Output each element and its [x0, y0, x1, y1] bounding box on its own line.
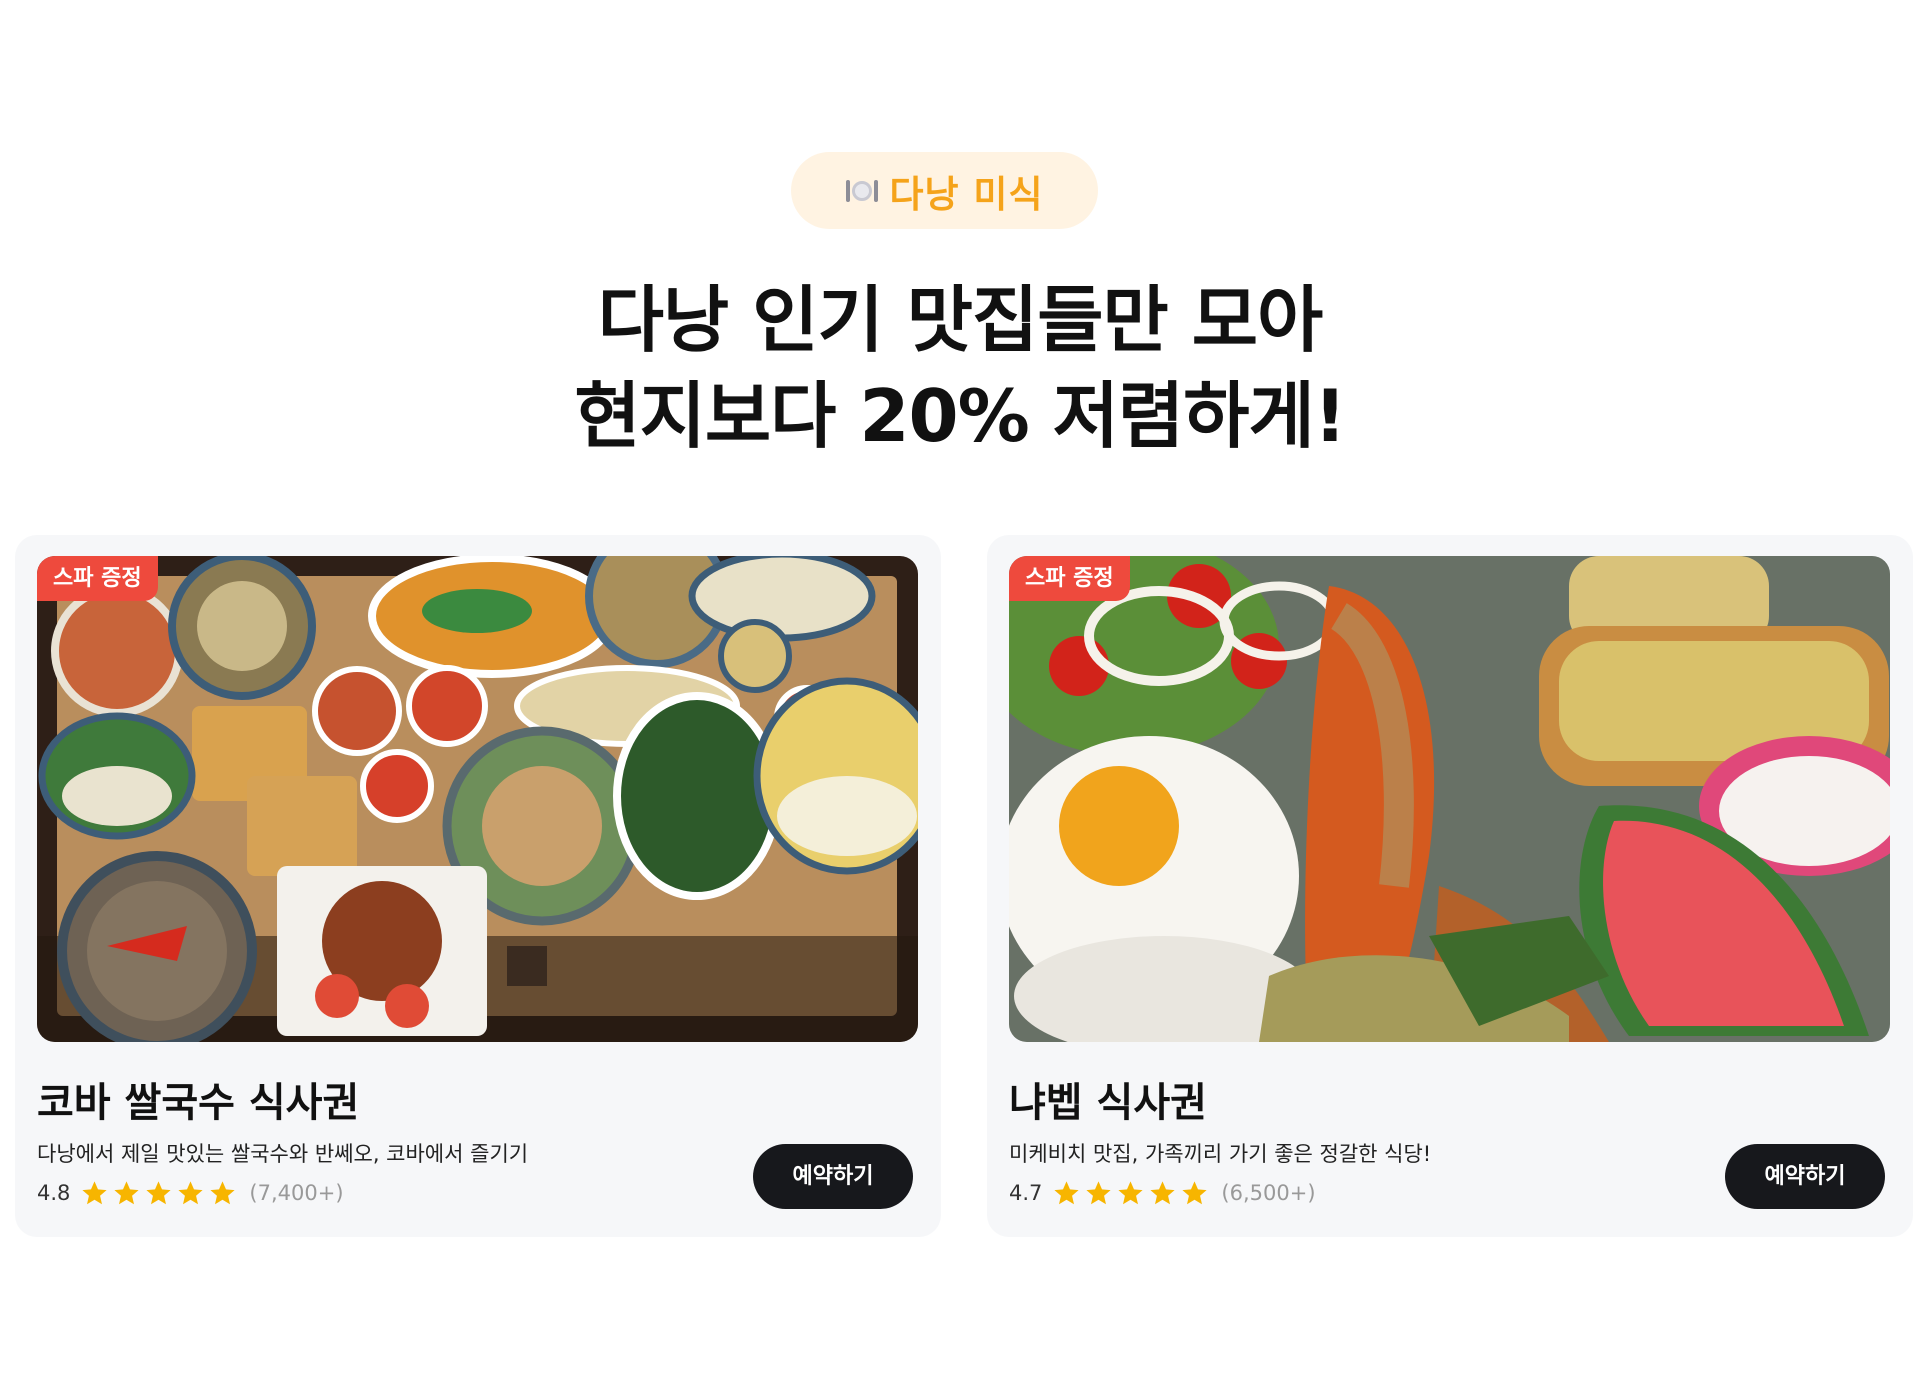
star-rating	[1052, 1179, 1209, 1208]
plate-cutlery-icon	[845, 174, 879, 208]
reserve-button[interactable]: 예약하기	[753, 1144, 913, 1209]
star-icon	[1148, 1179, 1177, 1208]
star-icon	[80, 1179, 109, 1208]
card-title: 냐벱 식사권	[1009, 1080, 1207, 1126]
seafood-platter-photo: 스파 증정	[1009, 556, 1890, 1042]
star-rating	[80, 1179, 237, 1208]
category-label: 다낭 미식	[889, 172, 1044, 216]
headline-line-1: 다낭 인기 맛집들만 모아	[597, 278, 1324, 362]
card-description: 다낭에서 제일 맛있는 쌀국수와 반쎄오, 코바에서 즐기기	[37, 1142, 529, 1166]
promo-badge: 스파 증정	[37, 556, 158, 601]
review-count: (7,400+)	[249, 1181, 344, 1205]
product-card-coba[interactable]: 스파 증정 코바 쌀국수 식사권 다낭에서 제일 맛있는 쌀국수와 반쎄오, 코…	[15, 535, 941, 1237]
star-icon	[1180, 1179, 1209, 1208]
rating-row: 4.7 (6,500+)	[1009, 1175, 1316, 1211]
star-icon	[1084, 1179, 1113, 1208]
card-title: 코바 쌀국수 식사권	[37, 1080, 360, 1126]
vietnamese-dishes-photo: 스파 증정	[37, 556, 918, 1042]
star-icon	[208, 1179, 237, 1208]
star-icon	[144, 1179, 173, 1208]
star-icon	[112, 1179, 141, 1208]
star-icon	[1052, 1179, 1081, 1208]
star-icon	[1116, 1179, 1145, 1208]
rating-row: 4.8 (7,400+)	[37, 1175, 344, 1211]
section-headline: 다낭 인기 맛집들만 모아 현지보다 20% 저렴하게!	[0, 272, 1920, 464]
review-count: (6,500+)	[1221, 1181, 1316, 1205]
reserve-button[interactable]: 예약하기	[1725, 1144, 1885, 1209]
star-icon	[176, 1179, 205, 1208]
promo-badge: 스파 증정	[1009, 556, 1130, 601]
rating-score: 4.7	[1009, 1181, 1043, 1205]
headline-line-2: 현지보다 20% 저렴하게!	[574, 374, 1346, 458]
category-pill: 다낭 미식	[791, 152, 1098, 229]
card-description: 미케비치 맛집, 가족끼리 가기 좋은 정갈한 식당!	[1009, 1142, 1432, 1166]
rating-score: 4.8	[37, 1181, 71, 1205]
product-card-nhabep[interactable]: 스파 증정 냐벱 식사권 미케비치 맛집, 가족끼리 가기 좋은 정갈한 식당!…	[987, 535, 1913, 1237]
